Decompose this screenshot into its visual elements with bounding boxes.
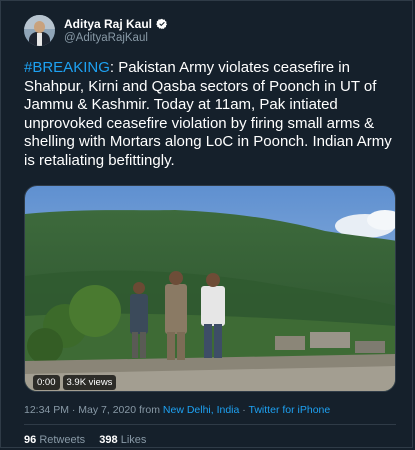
- video-player[interactable]: 0:00 3.9K views: [24, 185, 396, 392]
- tweet-meta: 12:34 PM · May 7, 2020 from New Delhi, I…: [24, 404, 330, 416]
- tweet-timestamp[interactable]: 12:34 PM · May 7, 2020: [24, 404, 136, 416]
- divider: [24, 424, 396, 425]
- video-thumbnail: [25, 186, 395, 391]
- retweets-count: 96: [24, 434, 37, 446]
- author-handle[interactable]: @AdityaRajKaul: [64, 32, 148, 44]
- video-overlay: 0:00 3.9K views: [33, 375, 117, 390]
- tweet-card: Aditya Raj Kaul @AdityaRajKaul #BREAKING…: [0, 0, 413, 448]
- location-link[interactable]: New Delhi, India: [163, 404, 239, 416]
- hashtag-link[interactable]: #BREAKING: [24, 59, 110, 76]
- author-name-row[interactable]: Aditya Raj Kaul: [64, 17, 168, 31]
- retweets-stat[interactable]: 96 Retweets: [24, 434, 85, 446]
- tweet-stats: 96 Retweets 398 Likes: [24, 434, 146, 446]
- likes-stat[interactable]: 398 Likes: [99, 434, 146, 446]
- retweets-label: Retweets: [39, 434, 86, 446]
- from-label: from: [138, 404, 160, 416]
- source-link[interactable]: Twitter for iPhone: [249, 404, 331, 416]
- likes-label: Likes: [120, 434, 147, 446]
- video-duration: 0:00: [33, 375, 60, 390]
- verified-badge-icon: [156, 18, 168, 30]
- author-display-name[interactable]: Aditya Raj Kaul: [64, 17, 152, 31]
- tweet-text: #BREAKING: Pakistan Army violates ceasef…: [24, 59, 396, 170]
- video-views: 3.9K views: [62, 375, 117, 390]
- likes-count: 398: [99, 434, 118, 446]
- avatar[interactable]: [24, 15, 55, 46]
- meta-separator: ·: [242, 404, 246, 416]
